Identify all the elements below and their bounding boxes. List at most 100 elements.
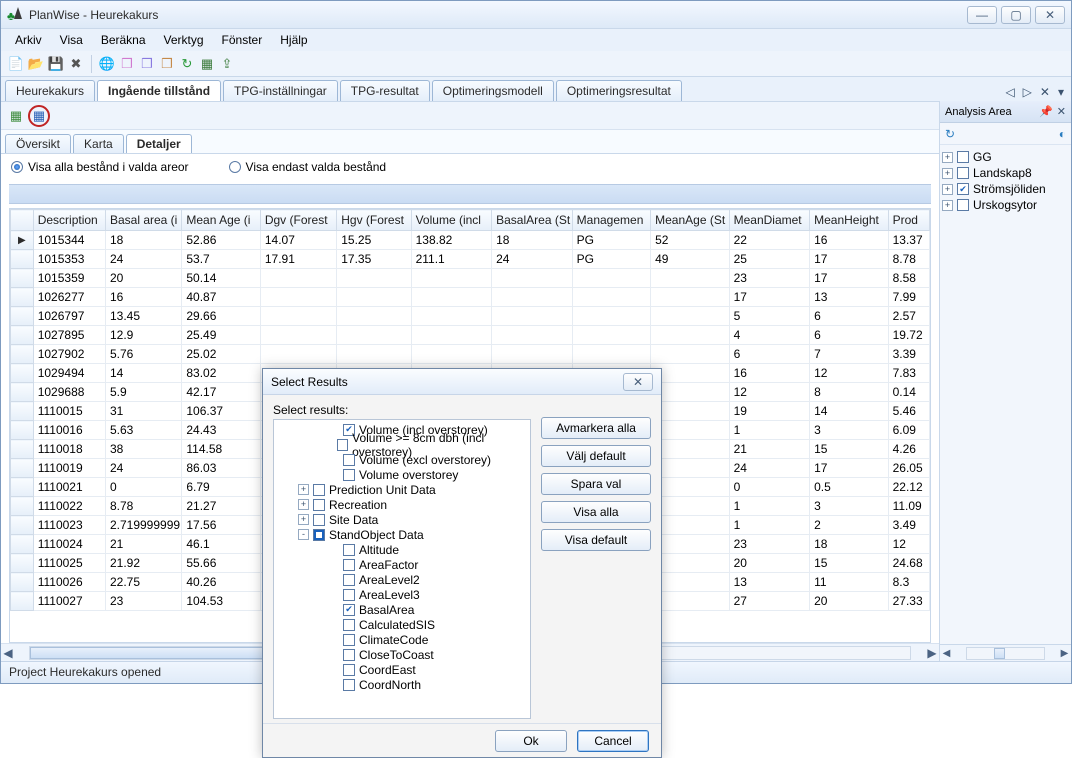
ok-button[interactable]: Ok bbox=[495, 730, 567, 752]
col-header[interactable]: MeanDiamet bbox=[729, 210, 810, 231]
col-header[interactable]: Dgv (Forest bbox=[260, 210, 336, 231]
expand-icon[interactable]: + bbox=[298, 484, 309, 495]
table-row[interactable]: 10153532453.717.9117.35211.124PG4925178.… bbox=[11, 250, 930, 269]
highlighted-grid-button[interactable]: ▦ bbox=[28, 105, 50, 127]
col-header[interactable]: Basal area (i bbox=[105, 210, 181, 231]
checkbox-icon[interactable] bbox=[313, 499, 325, 511]
col-header[interactable]: MeanAge (St bbox=[651, 210, 729, 231]
delete-icon[interactable]: ✖ bbox=[67, 55, 85, 73]
scroll-left-icon[interactable]: ◀ bbox=[1, 646, 15, 660]
checkbox-icon[interactable] bbox=[343, 574, 355, 586]
checkbox-icon[interactable] bbox=[343, 649, 355, 661]
expand-icon[interactable]: - bbox=[298, 529, 309, 540]
col-header[interactable]: BasalArea (St bbox=[492, 210, 573, 231]
help-icon[interactable]: ◐ bbox=[1059, 127, 1066, 141]
tree-item[interactable]: CalculatedSIS bbox=[276, 617, 528, 632]
dlg-btn-avmarkera-alla[interactable]: Avmarkera alla bbox=[541, 417, 651, 439]
radio-show-all[interactable]: Visa alla bestånd i valda areor bbox=[11, 160, 189, 174]
table-row[interactable]: 102679713.4529.66562.57 bbox=[11, 307, 930, 326]
expand-icon[interactable]: + bbox=[942, 184, 953, 195]
scroll-right-icon[interactable]: ▶ bbox=[925, 646, 939, 660]
radio-show-selected[interactable]: Visa endast valda bestånd bbox=[229, 160, 387, 174]
tree-item[interactable]: AreaLevel3 bbox=[276, 587, 528, 602]
menu-arkiv[interactable]: Arkiv bbox=[7, 31, 50, 49]
checkbox-icon[interactable] bbox=[343, 589, 355, 601]
cube2-icon[interactable]: ❒ bbox=[138, 55, 156, 73]
col-header[interactable]: Managemen bbox=[572, 210, 650, 231]
checkbox-icon[interactable] bbox=[343, 664, 355, 676]
tab-scroll-right-icon[interactable]: ▷ bbox=[1020, 85, 1035, 99]
table-row[interactable]: 102789512.925.494619.72 bbox=[11, 326, 930, 345]
new-icon[interactable]: 📄 bbox=[7, 55, 25, 73]
area-item[interactable]: +Strömsjöliden bbox=[942, 181, 1069, 197]
tree-item[interactable]: +Recreation bbox=[276, 497, 528, 512]
dlg-btn-välj-default[interactable]: Välj default bbox=[541, 445, 651, 467]
tab-tpg-inställningar[interactable]: TPG-inställningar bbox=[223, 80, 338, 101]
checkbox-icon[interactable] bbox=[337, 439, 348, 451]
checkbox-icon[interactable] bbox=[343, 469, 355, 481]
checkbox-icon[interactable] bbox=[343, 634, 355, 646]
tree-item[interactable]: CoordEast bbox=[276, 662, 528, 677]
area-item[interactable]: +Landskap8 bbox=[942, 165, 1069, 181]
col-header[interactable]: Volume (incl bbox=[411, 210, 492, 231]
refresh-icon[interactable]: ↻ bbox=[178, 55, 196, 73]
tab-ingående-tillstånd[interactable]: Ingående tillstånd bbox=[97, 80, 221, 101]
table-row[interactable]: 10279025.7625.02673.39 bbox=[11, 345, 930, 364]
panel-h-scrollbar[interactable]: ◀▶ bbox=[940, 644, 1071, 661]
checkbox-icon[interactable] bbox=[343, 544, 355, 556]
add-icon[interactable]: ▦ bbox=[7, 107, 25, 125]
tab-menu-icon[interactable]: ▾ bbox=[1055, 85, 1067, 99]
tab-tpg-resultat[interactable]: TPG-resultat bbox=[340, 80, 430, 101]
tree-item[interactable]: Volume (excl overstorey) bbox=[276, 452, 528, 467]
minimize-button[interactable]: — bbox=[967, 6, 997, 24]
checkbox-icon[interactable] bbox=[343, 559, 355, 571]
cancel-button[interactable]: Cancel bbox=[577, 730, 649, 752]
checkbox-icon[interactable] bbox=[313, 484, 325, 496]
tab-scroll-left-icon[interactable]: ◁ bbox=[1002, 85, 1017, 99]
expand-icon[interactable]: + bbox=[942, 168, 953, 179]
tree-item[interactable]: Altitude bbox=[276, 542, 528, 557]
tree-item[interactable]: CloseToCoast bbox=[276, 647, 528, 662]
table-row[interactable]: 10262771640.8717137.99 bbox=[11, 288, 930, 307]
table-row[interactable]: 10153441852.8614.0715.25138.8218PG522216… bbox=[11, 231, 930, 250]
expand-icon[interactable]: + bbox=[298, 514, 309, 525]
checkbox-icon[interactable] bbox=[957, 199, 969, 211]
maximize-button[interactable]: ▢ bbox=[1001, 6, 1031, 24]
menu-hjälp[interactable]: Hjälp bbox=[272, 31, 315, 49]
tab-optimeringsresultat[interactable]: Optimeringsresultat bbox=[556, 80, 682, 101]
table-icon[interactable]: ▦ bbox=[198, 55, 216, 73]
refresh-icon[interactable]: ↻ bbox=[945, 127, 955, 141]
checkbox-icon[interactable] bbox=[343, 619, 355, 631]
open-icon[interactable]: 📂 bbox=[27, 55, 45, 73]
table-row[interactable]: 10153592050.1423178.58 bbox=[11, 269, 930, 288]
area-item[interactable]: +GG bbox=[942, 149, 1069, 165]
save-icon[interactable]: 💾 bbox=[47, 55, 65, 73]
tree-item[interactable]: AreaLevel2 bbox=[276, 572, 528, 587]
col-header[interactable]: Hgv (Forest bbox=[337, 210, 411, 231]
checkbox-icon[interactable] bbox=[957, 151, 969, 163]
export-icon[interactable]: ⇪ bbox=[218, 55, 236, 73]
tree-item[interactable]: +Site Data bbox=[276, 512, 528, 527]
tab-heurekakurs[interactable]: Heurekakurs bbox=[5, 80, 95, 101]
dlg-btn-spara-val[interactable]: Spara val bbox=[541, 473, 651, 495]
checkbox-icon[interactable] bbox=[313, 514, 325, 526]
checkbox-icon[interactable] bbox=[343, 679, 355, 691]
menu-verktyg[interactable]: Verktyg bbox=[156, 31, 212, 49]
area-item[interactable]: +Urskogsytor bbox=[942, 197, 1069, 213]
checkbox-icon[interactable] bbox=[313, 529, 325, 541]
menu-fönster[interactable]: Fönster bbox=[214, 31, 271, 49]
col-header[interactable]: Prod bbox=[888, 210, 929, 231]
tree-item[interactable]: +Prediction Unit Data bbox=[276, 482, 528, 497]
col-header[interactable]: MeanHeight bbox=[810, 210, 888, 231]
col-header[interactable]: Mean Age (i bbox=[182, 210, 260, 231]
results-tree[interactable]: Volume (incl overstorey)Volume >= 8cm db… bbox=[273, 419, 531, 719]
checkbox-icon[interactable] bbox=[343, 604, 355, 616]
close-button[interactable]: ✕ bbox=[1035, 6, 1065, 24]
dlg-btn-visa-default[interactable]: Visa default bbox=[541, 529, 651, 551]
checkbox-icon[interactable] bbox=[957, 167, 969, 179]
tree-item[interactable]: ClimateCode bbox=[276, 632, 528, 647]
expand-icon[interactable]: + bbox=[942, 152, 953, 163]
tree-item[interactable]: BasalArea bbox=[276, 602, 528, 617]
tab-optimeringsmodell[interactable]: Optimeringsmodell bbox=[432, 80, 554, 101]
col-header[interactable]: Description bbox=[33, 210, 105, 231]
